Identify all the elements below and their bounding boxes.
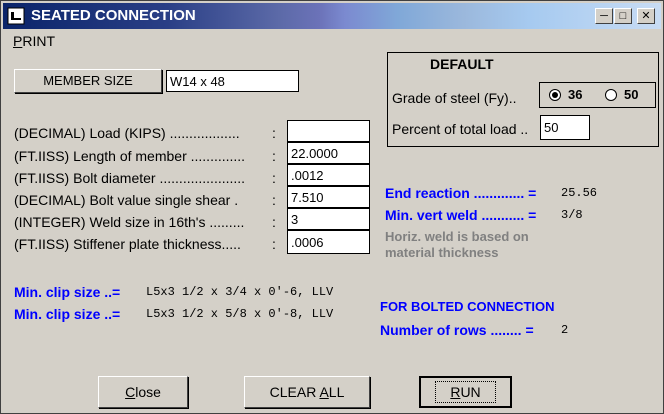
horiz-weld-note-line1: Horiz. weld is based on — [385, 229, 529, 244]
stiffener-label: (FT.IISS) Stiffener plate thickness..... — [14, 236, 241, 252]
bolted-connection-heading: FOR BOLTED CONNECTION — [380, 299, 555, 314]
clip-size-value-2: L5x3 1/2 x 5/8 x 0'-8, LLV — [146, 307, 334, 321]
bolt-diameter-field[interactable] — [287, 164, 370, 186]
grade-36-radio[interactable] — [549, 89, 561, 101]
rows-label: Number of rows ........ = — [380, 322, 534, 338]
grade-radio-group: 36 50 — [539, 82, 656, 108]
end-reaction-label: End reaction ............. = — [385, 185, 537, 201]
run-focus: RUN — [435, 381, 496, 403]
length-field[interactable] — [287, 142, 370, 164]
stiffener-field[interactable] — [287, 230, 370, 254]
member-size-button[interactable]: MEMBER SIZE — [14, 69, 162, 93]
load-field[interactable] — [287, 120, 370, 142]
clip-size-value-1: L5x3 1/2 x 3/4 x 0'-6, LLV — [146, 285, 334, 299]
default-title: DEFAULT — [430, 56, 494, 72]
minimize-button[interactable]: ─ — [595, 8, 613, 24]
weld-size-field[interactable] — [287, 208, 370, 230]
bolt-diameter-label: (FT.IISS) Bolt diameter ................… — [14, 170, 246, 186]
load-colon: : — [272, 125, 276, 141]
maximize-button[interactable]: □ — [614, 8, 632, 24]
rows-value: 2 — [561, 323, 569, 337]
horiz-weld-note-line2: material thickness — [385, 245, 499, 260]
bolt-diameter-colon: : — [272, 170, 276, 186]
bolt-value-label: (DECIMAL) Bolt value single shear . — [14, 192, 239, 208]
minimize-icon: ─ — [600, 10, 608, 22]
length-colon: : — [272, 148, 276, 164]
load-label: (DECIMAL) Load (KIPS) .................. — [14, 125, 240, 141]
grade-50-label: 50 — [624, 87, 639, 102]
member-size-field[interactable] — [166, 70, 299, 92]
length-label: (FT.IISS) Length of member .............… — [14, 148, 246, 164]
end-reaction-value: 25.56 — [561, 186, 598, 200]
close-window-button[interactable]: ✕ — [637, 8, 655, 24]
stiffener-colon: : — [272, 236, 276, 252]
app-icon — [7, 7, 25, 25]
grade-36-label: 36 — [568, 87, 583, 102]
bolt-value-field[interactable] — [287, 186, 370, 208]
percent-label: Percent of total load .. — [392, 121, 529, 137]
weld-size-colon: : — [272, 214, 276, 230]
clip-size-label-2: Min. clip size ..= — [14, 306, 121, 322]
grade-50-radio[interactable] — [605, 89, 617, 101]
min-vert-weld-label: Min. vert weld ........... = — [385, 207, 537, 223]
bolt-value-colon: : — [272, 192, 276, 208]
weld-size-label: (INTEGER) Weld size in 16th's ......... — [14, 214, 245, 230]
close-icon: ✕ — [641, 10, 651, 22]
menu-bar: PRINT — [3, 31, 661, 51]
run-button[interactable]: RUN — [419, 376, 512, 408]
title-bar[interactable]: SEATED CONNECTION ─ □ ✕ — [3, 3, 661, 29]
min-vert-weld-value: 3/8 — [561, 208, 583, 222]
clip-size-label-1: Min. clip size ..= — [14, 284, 121, 300]
grade-label: Grade of steel (Fy).. — [392, 90, 517, 106]
menu-print[interactable]: PRINT — [13, 33, 55, 49]
percent-field[interactable] — [540, 115, 590, 140]
maximize-icon: □ — [619, 10, 627, 22]
clear-all-button[interactable]: CLEAR ALL — [244, 376, 370, 408]
app-window: SEATED CONNECTION ─ □ ✕ PRINT MEMBER SIZ… — [0, 0, 664, 414]
close-button[interactable]: Close — [98, 376, 188, 408]
window-title: SEATED CONNECTION — [31, 7, 196, 24]
